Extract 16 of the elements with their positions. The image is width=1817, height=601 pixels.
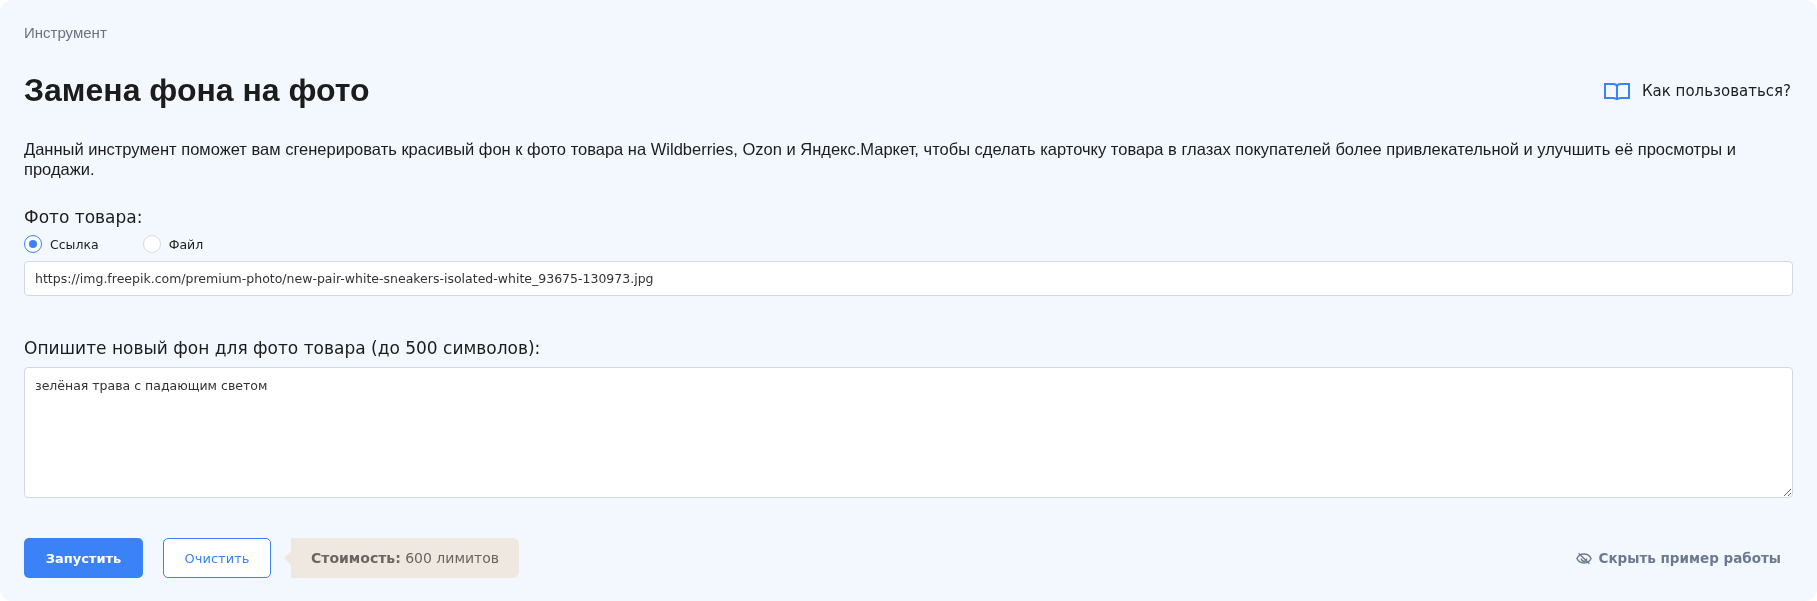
description-text: Данный инструмент поможет вам сгенерировать красивый фон к фото товара на Wildberries, Ozon и Яндекс.Маркет, чтобы сделать карточку товара в глазах покупателей более привлекательной и улучшить её просмотры и продажи. <box>24 139 1737 179</box>
url-input[interactable]: https://img.freepik.com/premium-photo/new-pair-white-sneakers-isolated-white_93675-130973.jpg <box>24 261 1793 296</box>
radio-option[interactable]: Файл <box>142 235 204 253</box>
run-button[interactable]: Запустить <box>24 538 143 578</box>
background-label: Опишите новый фон для фото товара (до 500 символов): <box>24 338 542 358</box>
book-icon <box>1603 80 1630 101</box>
help-link[interactable]: Как пользоваться? <box>1603 80 1791 101</box>
cost-badge: Стоимость: 600 лимитов <box>284 538 520 578</box>
hide-example-link[interactable]: Скрыть пример работы <box>1576 550 1781 566</box>
photo-label: Фото товара: <box>24 207 144 227</box>
clear-button[interactable]: Очистить <box>163 538 271 578</box>
breadcrumb: Инструмент <box>24 24 108 43</box>
eye-slash-icon <box>1576 551 1593 565</box>
background-textarea[interactable]: зелёная трава с падающим светом <box>24 367 1793 498</box>
radio-option[interactable]: Ссылка <box>24 235 99 253</box>
page-title: Замена фона на фото <box>24 72 370 109</box>
